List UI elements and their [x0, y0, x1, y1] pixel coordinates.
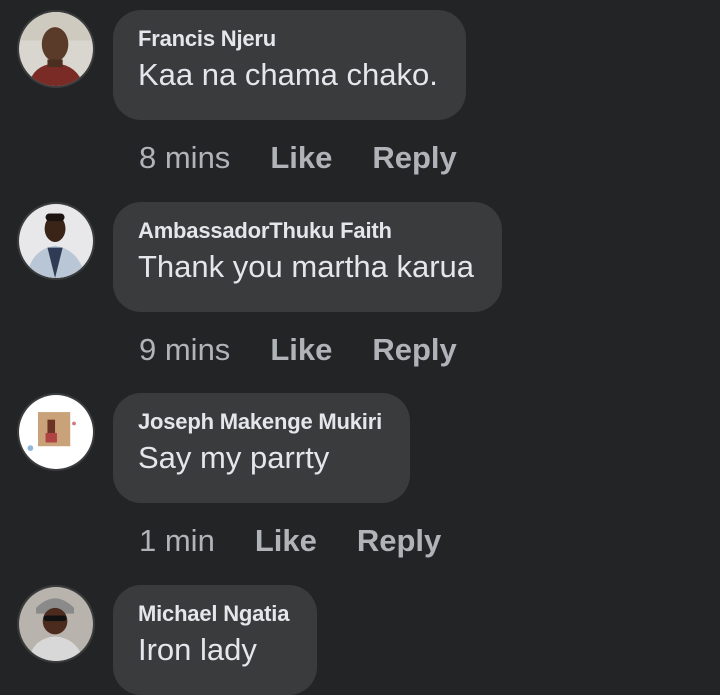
avatar[interactable] — [17, 585, 95, 663]
comment-actions: 1 min Like Reply — [139, 521, 481, 561]
comment-actions: 9 mins Like Reply — [139, 330, 497, 370]
comment-text: Kaa na chama chako. — [138, 57, 438, 92]
comment-bubble: AmbassadorThuku Faith Thank you martha k… — [113, 202, 503, 312]
comment-text: Iron lady — [138, 632, 257, 667]
comment-bubble: Michael Ngatia Iron lady — [113, 585, 318, 695]
comment-author[interactable]: Michael Ngatia — [138, 601, 289, 627]
like-button[interactable]: Like — [270, 140, 332, 176]
comment-time[interactable]: 1 min — [139, 523, 215, 559]
comment-actions: 8 mins Like Reply — [139, 138, 497, 178]
avatar-photo-icon — [19, 12, 93, 86]
avatar-photo-icon — [19, 587, 93, 661]
avatar-photo-icon — [19, 395, 93, 469]
like-button[interactable]: Like — [270, 332, 332, 368]
comment-text: Say my parrty — [138, 440, 330, 475]
comment-bubble: Joseph Makenge Mukiri Say my parrty — [113, 393, 410, 503]
reply-button[interactable]: Reply — [372, 332, 456, 368]
reply-button[interactable]: Reply — [357, 523, 441, 559]
avatar[interactable] — [17, 202, 95, 280]
comment-text: Thank you martha karua — [138, 249, 475, 284]
avatar[interactable] — [17, 10, 95, 88]
like-button[interactable]: Like — [255, 523, 317, 559]
comment-author[interactable]: Francis Njeru — [138, 26, 438, 52]
comment-bubble: Francis Njeru Kaa na chama chako. — [113, 10, 466, 120]
comment-author[interactable]: Joseph Makenge Mukiri — [138, 409, 382, 435]
comment-time[interactable]: 9 mins — [139, 332, 230, 368]
reply-button[interactable]: Reply — [372, 140, 456, 176]
comment-time[interactable]: 8 mins — [139, 140, 230, 176]
avatar-photo-icon — [19, 204, 93, 278]
comment-author[interactable]: AmbassadorThuku Faith — [138, 218, 474, 244]
avatar[interactable] — [17, 393, 95, 471]
